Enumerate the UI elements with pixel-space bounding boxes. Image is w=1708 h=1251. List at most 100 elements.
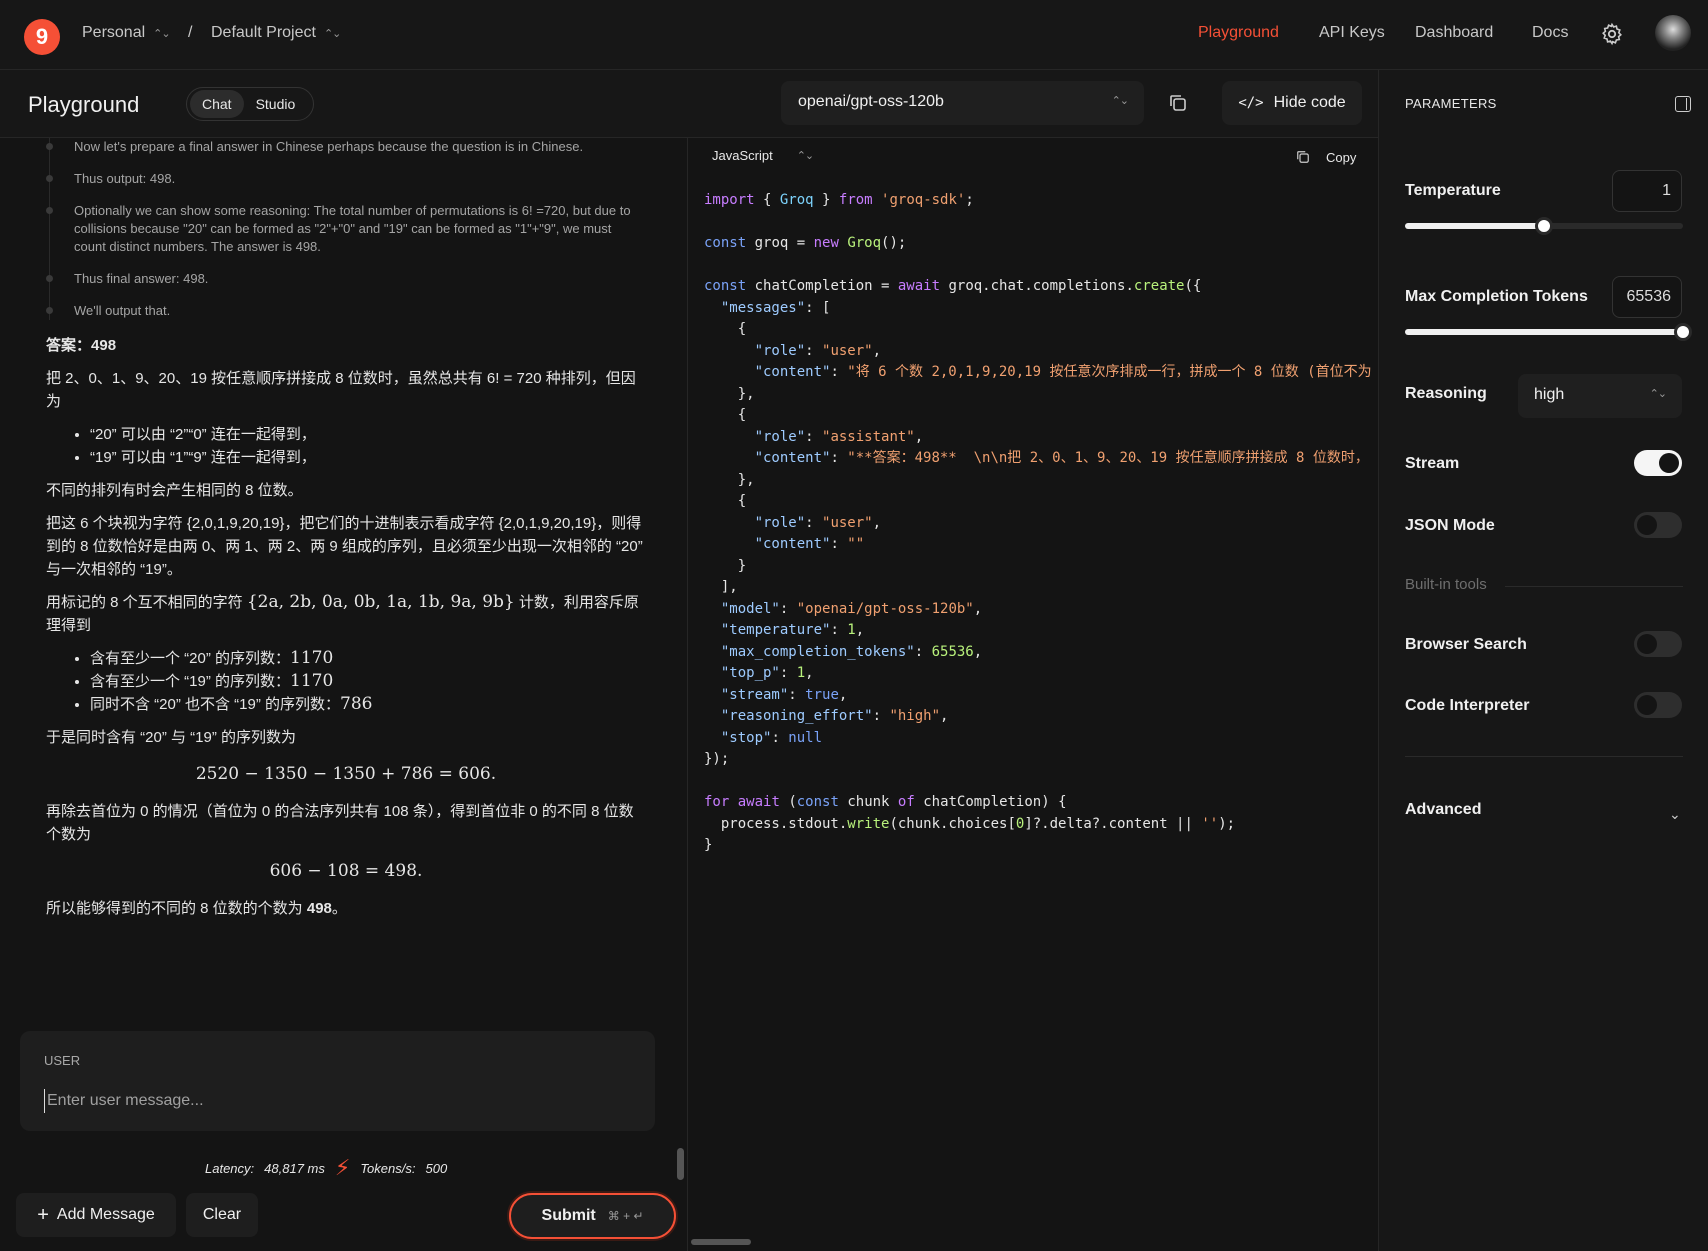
answer-paragraph: 再除去首位为 0 的情况（首位为 0 的合法序列共有 108 条），得到首位非 …	[46, 803, 634, 843]
model-select[interactable]: openai/gpt-oss-120b ⌃⌄	[781, 81, 1144, 125]
json-mode-toggle[interactable]	[1634, 512, 1682, 538]
page-title: Playground	[28, 92, 140, 117]
reasoning-step: Now let's prepare a final answer in Chin…	[46, 138, 646, 156]
slider-handle[interactable]	[1535, 217, 1553, 235]
answer-label: 答案：	[46, 337, 92, 354]
submit-label: Submit	[541, 1207, 596, 1224]
gear-icon[interactable]	[1600, 22, 1624, 46]
answer-paragraph: 把 2、0、1、9、20、19 按任意顺序拼接成 8 位数时，虽然总共有 6! …	[46, 370, 636, 410]
tab-studio[interactable]: Studio	[244, 90, 308, 118]
clear-button[interactable]: Clear	[186, 1193, 258, 1237]
user-avatar[interactable]	[1655, 15, 1691, 51]
chevron-down-icon[interactable]: ⌄	[1669, 806, 1681, 823]
math-number: 1170	[290, 671, 334, 691]
updown-chevron-icon: ⌃⌄	[796, 150, 814, 162]
language-select[interactable]: JavaScript ⌃⌄	[712, 148, 814, 163]
answer-paragraph: 于是同时含有 “20” 与 “19” 的序列数为	[46, 729, 297, 746]
latency-value: 48,817 ms	[264, 1160, 325, 1176]
nav-docs[interactable]: Docs	[1532, 24, 1568, 42]
math-number: 786	[340, 694, 373, 714]
equation: 606 − 108 = 498.	[269, 861, 423, 881]
latency-label: Latency:	[205, 1160, 255, 1176]
copy-icon	[1297, 151, 1309, 163]
answer-heading: 答案：498	[46, 334, 646, 357]
updown-chevron-icon: ⌃⌄	[1111, 95, 1129, 107]
answer-value-bold: 498	[306, 900, 332, 917]
code-pane: JavaScript ⌃⌄ Copy import { Groq } from …	[689, 138, 1378, 1251]
toggle-knob	[1659, 453, 1679, 473]
advanced-section[interactable]: Advanced	[1405, 801, 1481, 819]
list-item: “20” 可以由 “2”“0” 连在一起得到，	[90, 423, 646, 446]
code-interpreter-label: Code Interpreter	[1405, 697, 1530, 714]
math-number: 1170	[290, 648, 334, 668]
nav-playground[interactable]: Playground	[1198, 24, 1279, 42]
json-mode-label: JSON Mode	[1405, 517, 1495, 534]
keyboard-shortcut: ⌘ + ↵	[607, 1209, 644, 1223]
stream-toggle[interactable]	[1634, 450, 1682, 476]
stream-label: Stream	[1405, 455, 1460, 472]
tab-chat[interactable]: Chat	[190, 90, 244, 118]
nav-api-keys[interactable]: API Keys	[1319, 24, 1385, 42]
code-interpreter-toggle[interactable]	[1634, 692, 1682, 718]
role-label[interactable]: USER	[44, 1053, 80, 1068]
reasoning-step: Optionally we can show some reasoning: T…	[46, 202, 646, 256]
copy-icon[interactable]	[1166, 91, 1190, 115]
temperature-input[interactable]: 1	[1612, 170, 1682, 212]
list-item: 同时不含 “20” 也不含 “19” 的序列数：786	[90, 693, 646, 716]
chat-scrollbar[interactable]	[677, 1148, 684, 1180]
text-span: 含有至少一个 “19” 的序列数：	[90, 673, 291, 690]
sidebar-toggle-icon[interactable]	[1675, 96, 1691, 112]
text-span: 。	[331, 900, 347, 917]
tps-label: Tokens/s:	[360, 1160, 416, 1176]
reasoning-label: Reasoning	[1405, 385, 1487, 402]
equation: 2520 − 1350 − 1350 + 786 = 606.	[195, 764, 497, 784]
slider-fill	[1405, 329, 1683, 335]
list-item: 含有至少一个 “20” 的序列数：1170	[90, 647, 646, 670]
answer-value: 498	[91, 337, 117, 354]
hide-code-button[interactable]: </> Hide code	[1222, 81, 1362, 125]
submit-button[interactable]: Submit ⌘ + ↵	[509, 1193, 676, 1239]
project-switcher[interactable]: Default Project ⌃⌄	[211, 24, 341, 42]
toggle-knob	[1637, 634, 1657, 654]
text-span: 同时不含 “20” 也不含 “19” 的序列数：	[90, 696, 341, 713]
answer-paragraph: 不同的排列有时会产生相同的 8 位数。	[46, 482, 303, 499]
nav-dashboard[interactable]: Dashboard	[1415, 24, 1493, 42]
slider-handle[interactable]	[1674, 323, 1692, 341]
answer-list: “20” 可以由 “2”“0” 连在一起得到， “19” 可以由 “1”“9” …	[90, 423, 646, 469]
reasoning-step: We'll output that.	[46, 302, 646, 320]
user-message-input[interactable]	[44, 1089, 624, 1113]
list-item: “19” 可以由 “1”“9” 连在一起得到，	[90, 446, 646, 469]
temperature-slider[interactable]	[1405, 217, 1683, 235]
section-divider	[1505, 586, 1683, 587]
updown-chevron-icon: ⌃⌄	[323, 27, 341, 40]
plus-icon: +	[37, 1203, 49, 1226]
updown-chevron-icon: ⌃⌄	[153, 27, 170, 40]
code-horizontal-scrollbar[interactable]	[691, 1239, 751, 1245]
copy-code-button[interactable]: Copy	[1294, 148, 1356, 166]
code-block[interactable]: import { Groq } from 'groq-sdk'; const g…	[704, 190, 1374, 1190]
lightning-icon: ⚡	[334, 1155, 351, 1180]
groq-logo[interactable]: 9	[24, 19, 60, 55]
browser-search-toggle[interactable]	[1634, 631, 1682, 657]
playground-header: Playground Chat Studio openai/gpt-oss-12…	[0, 70, 1378, 138]
list-item: 含有至少一个 “19” 的序列数：1170	[90, 670, 646, 693]
math-set: {2a, 2b, 0a, 0b, 1a, 1b, 9a, 9b}	[246, 592, 515, 612]
builtin-tools-heading: Built-in tools	[1405, 576, 1487, 593]
mode-toggle: Chat Studio	[186, 87, 314, 121]
language-name: JavaScript	[712, 148, 773, 163]
project-name: Default Project	[211, 24, 316, 41]
org-switcher[interactable]: Personal ⌃⌄	[82, 24, 171, 42]
toggle-knob	[1637, 695, 1657, 715]
max-tokens-slider[interactable]	[1405, 323, 1692, 341]
updown-chevron-icon: ⌃⌄	[1649, 388, 1667, 400]
reasoning-select[interactable]: high ⌃⌄	[1518, 374, 1682, 418]
max-tokens-input[interactable]: 65536	[1612, 276, 1682, 318]
add-message-label: Add Message	[56, 1206, 155, 1223]
max-tokens-label: Max Completion Tokens	[1405, 288, 1588, 305]
top-bar: 9 Personal ⌃⌄ / Default Project ⌃⌄ Playg…	[0, 0, 1708, 70]
answer-paragraph: 所以能够得到的不同的 8 位数的个数为 498。	[46, 897, 646, 920]
response-stats: Latency: 48,817 ms ⚡ Tokens/s: 500	[205, 1155, 447, 1181]
reasoning-value: high	[1534, 386, 1565, 403]
add-message-button[interactable]: + Add Message	[16, 1193, 176, 1237]
reasoning-step: Thus final answer: 498.	[46, 270, 646, 288]
